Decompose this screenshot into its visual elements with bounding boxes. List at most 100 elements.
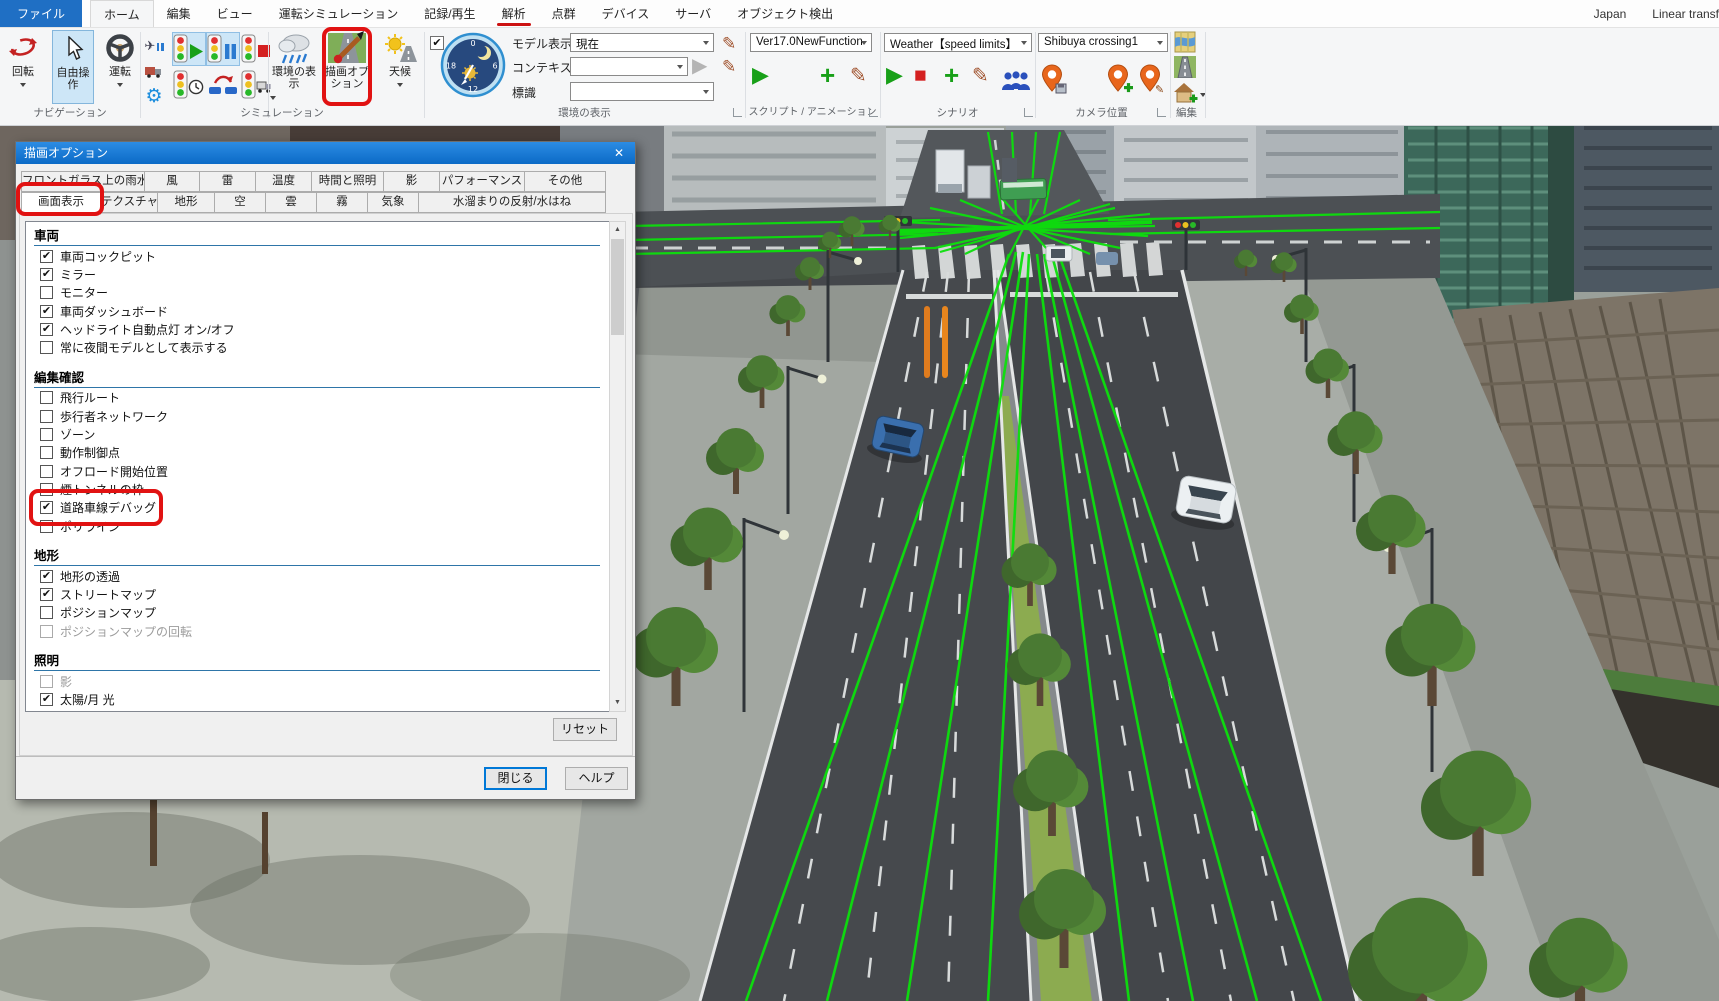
scenario-select[interactable]: Weather【speed limits】 <box>884 33 1032 52</box>
checkbox-unchecked[interactable] <box>40 625 53 638</box>
option-street-map[interactable]: ✔ストリートマップ <box>34 585 600 603</box>
edit-road-button[interactable] <box>1172 55 1198 79</box>
dialog-tab-cloud[interactable]: 雲 <box>265 192 317 213</box>
option-sun-moon-light[interactable]: ✔太陽/月 光 <box>34 691 600 709</box>
checkbox-unchecked[interactable] <box>40 410 53 423</box>
dialog-launcher-icon[interactable] <box>1024 108 1033 117</box>
dialog-tab-thunder[interactable]: 雷 <box>199 171 256 192</box>
option-flight-route[interactable]: 飛行ルート <box>34 389 600 407</box>
camera-save-button[interactable] <box>1040 64 1068 98</box>
checkbox-checked[interactable]: ✔ <box>40 250 53 263</box>
checkbox-unchecked[interactable] <box>40 446 53 459</box>
script-edit-button[interactable]: ✎ <box>850 66 867 86</box>
checkbox-unchecked[interactable] <box>40 675 53 688</box>
environment-display-button[interactable]: 環境の表示 <box>271 30 317 104</box>
simulation-settings-button[interactable]: ⚙ <box>141 84 167 108</box>
camera-add-button[interactable] <box>1106 64 1134 98</box>
camera-edit-button[interactable]: ✎ <box>1138 64 1166 98</box>
option-always-night-model[interactable]: 常に夜間モデルとして表示する <box>34 338 600 356</box>
checkbox-checked[interactable]: ✔ <box>40 693 53 706</box>
menu-tab-point-cloud[interactable]: 点群 <box>539 0 589 27</box>
menu-tab-drive-simulation[interactable]: 運転シミュレーション <box>266 0 412 27</box>
checkbox-unchecked[interactable] <box>40 606 53 619</box>
option-vehicle-dashboard[interactable]: ✔車両ダッシュボード <box>34 302 600 320</box>
dialog-tab-puddle-reflection[interactable]: 水溜まりの反射/水はね <box>418 192 606 213</box>
script-select[interactable]: Ver17.0NewFunction <box>750 33 872 52</box>
traffic-generate-button[interactable] <box>206 68 240 102</box>
menu-right-region[interactable]: Japan <box>1594 7 1627 21</box>
flight-mode-button[interactable]: ✈ <box>141 34 167 58</box>
rotate-button[interactable]: 回転 <box>2 30 44 104</box>
dialog-tab-others[interactable]: その他 <box>524 171 606 192</box>
dialog-tab-sky[interactable]: 空 <box>214 192 266 213</box>
dialog-tab-fog[interactable]: 霧 <box>316 192 368 213</box>
option-position-map-rotation[interactable]: ポジションマップの回転 <box>34 622 600 640</box>
dialog-tab-texture[interactable]: テクスチャ <box>100 192 158 213</box>
traffic-start-button[interactable] <box>172 32 206 66</box>
close-icon[interactable]: ✕ <box>603 142 635 164</box>
option-vehicle-cockpit[interactable]: ✔車両コックピット <box>34 247 600 265</box>
menu-right-linear[interactable]: Linear transf <box>1652 7 1719 21</box>
free-operation-button[interactable]: 自由操作 <box>52 30 94 104</box>
time-clock-widget[interactable]: 0 6 12 18 <box>440 32 506 103</box>
scroll-down-icon[interactable]: ▼ <box>610 695 625 711</box>
script-play-button[interactable]: ▶ <box>752 64 769 86</box>
checkbox-unchecked[interactable] <box>40 391 53 404</box>
option-pedestrian-network[interactable]: 歩行者ネットワーク <box>34 407 600 425</box>
model-edit-button[interactable]: ✎ <box>722 35 736 52</box>
dialog-tab-shadow[interactable]: 影 <box>383 171 440 192</box>
model-display-select[interactable]: 現在 <box>570 33 714 52</box>
menu-tab-view[interactable]: ビュー <box>204 0 266 27</box>
scenario-add-button[interactable]: + <box>944 62 959 88</box>
traffic-pause-button[interactable] <box>206 32 240 66</box>
option-terrain-transparency[interactable]: ✔地形の透過 <box>34 567 600 585</box>
vehicle-mode-button[interactable] <box>141 59 167 83</box>
checkbox-unchecked[interactable] <box>40 341 53 354</box>
reset-button[interactable]: リセット <box>553 718 617 741</box>
menu-tab-file[interactable]: ファイル <box>0 0 82 27</box>
context-edit-button[interactable]: ✎ <box>722 58 736 75</box>
scroll-up-icon[interactable]: ▲ <box>610 222 625 238</box>
option-offroad-start[interactable]: オフロード開始位置 <box>34 462 600 480</box>
checkbox-checked[interactable]: ✔ <box>40 588 53 601</box>
scenario-participants-button[interactable] <box>1000 70 1030 96</box>
menu-tab-record-play[interactable]: 記録/再生 <box>411 0 488 27</box>
dialog-tab-wind[interactable]: 風 <box>144 171 200 192</box>
scrollbar-thumb[interactable] <box>611 239 624 335</box>
menu-tab-home[interactable]: ホーム <box>90 0 154 27</box>
scenario-edit-button[interactable]: ✎ <box>972 66 989 86</box>
menu-tab-analysis[interactable]: 解析 <box>489 0 539 27</box>
context-play-button[interactable]: ▶ <box>692 56 707 76</box>
option-motion-control-point[interactable]: 動作制御点 <box>34 444 600 462</box>
dialog-launcher-icon[interactable] <box>869 108 878 117</box>
sign-select[interactable] <box>570 82 714 101</box>
checkbox-checked[interactable]: ✔ <box>40 305 53 318</box>
script-add-button[interactable]: + <box>820 62 835 88</box>
option-mirror[interactable]: ✔ミラー <box>34 265 600 283</box>
menu-tab-server[interactable]: サーバ <box>662 0 724 27</box>
option-shadow[interactable]: 影 <box>34 672 600 690</box>
dialog-titlebar[interactable]: 描画オプション <box>16 142 635 164</box>
edit-model-button[interactable] <box>1170 81 1200 105</box>
checkbox-unchecked[interactable] <box>40 465 53 478</box>
option-position-map[interactable]: ポジションマップ <box>34 604 600 622</box>
option-monitor[interactable]: モニター <box>34 284 600 302</box>
drive-button[interactable]: 運転 <box>100 30 140 104</box>
traffic-timer-button[interactable] <box>172 68 206 102</box>
context-select[interactable] <box>570 57 688 76</box>
weather-button[interactable]: 天候 <box>378 30 422 104</box>
checkbox-unchecked[interactable] <box>40 428 53 441</box>
dialog-tab-time-lighting[interactable]: 時間と照明 <box>311 171 384 192</box>
dialog-tab-performance[interactable]: パフォーマンス <box>439 171 525 192</box>
dialog-launcher-icon[interactable] <box>1157 108 1166 117</box>
scenario-play-button[interactable]: ▶ <box>886 64 903 86</box>
checkbox-unchecked[interactable] <box>40 286 53 299</box>
menu-tab-edit[interactable]: 編集 <box>154 0 204 27</box>
dialog-launcher-icon[interactable] <box>733 108 742 117</box>
close-button[interactable]: 閉じる <box>484 767 547 790</box>
scrollbar[interactable]: ▲ ▼ <box>609 221 626 712</box>
dialog-tab-weather[interactable]: 気象 <box>367 192 419 213</box>
menu-tab-object-detection[interactable]: オブジェクト検出 <box>724 0 846 27</box>
menu-tab-device[interactable]: デバイス <box>589 0 663 27</box>
camera-position-select[interactable]: Shibuya crossing1 <box>1038 33 1168 52</box>
